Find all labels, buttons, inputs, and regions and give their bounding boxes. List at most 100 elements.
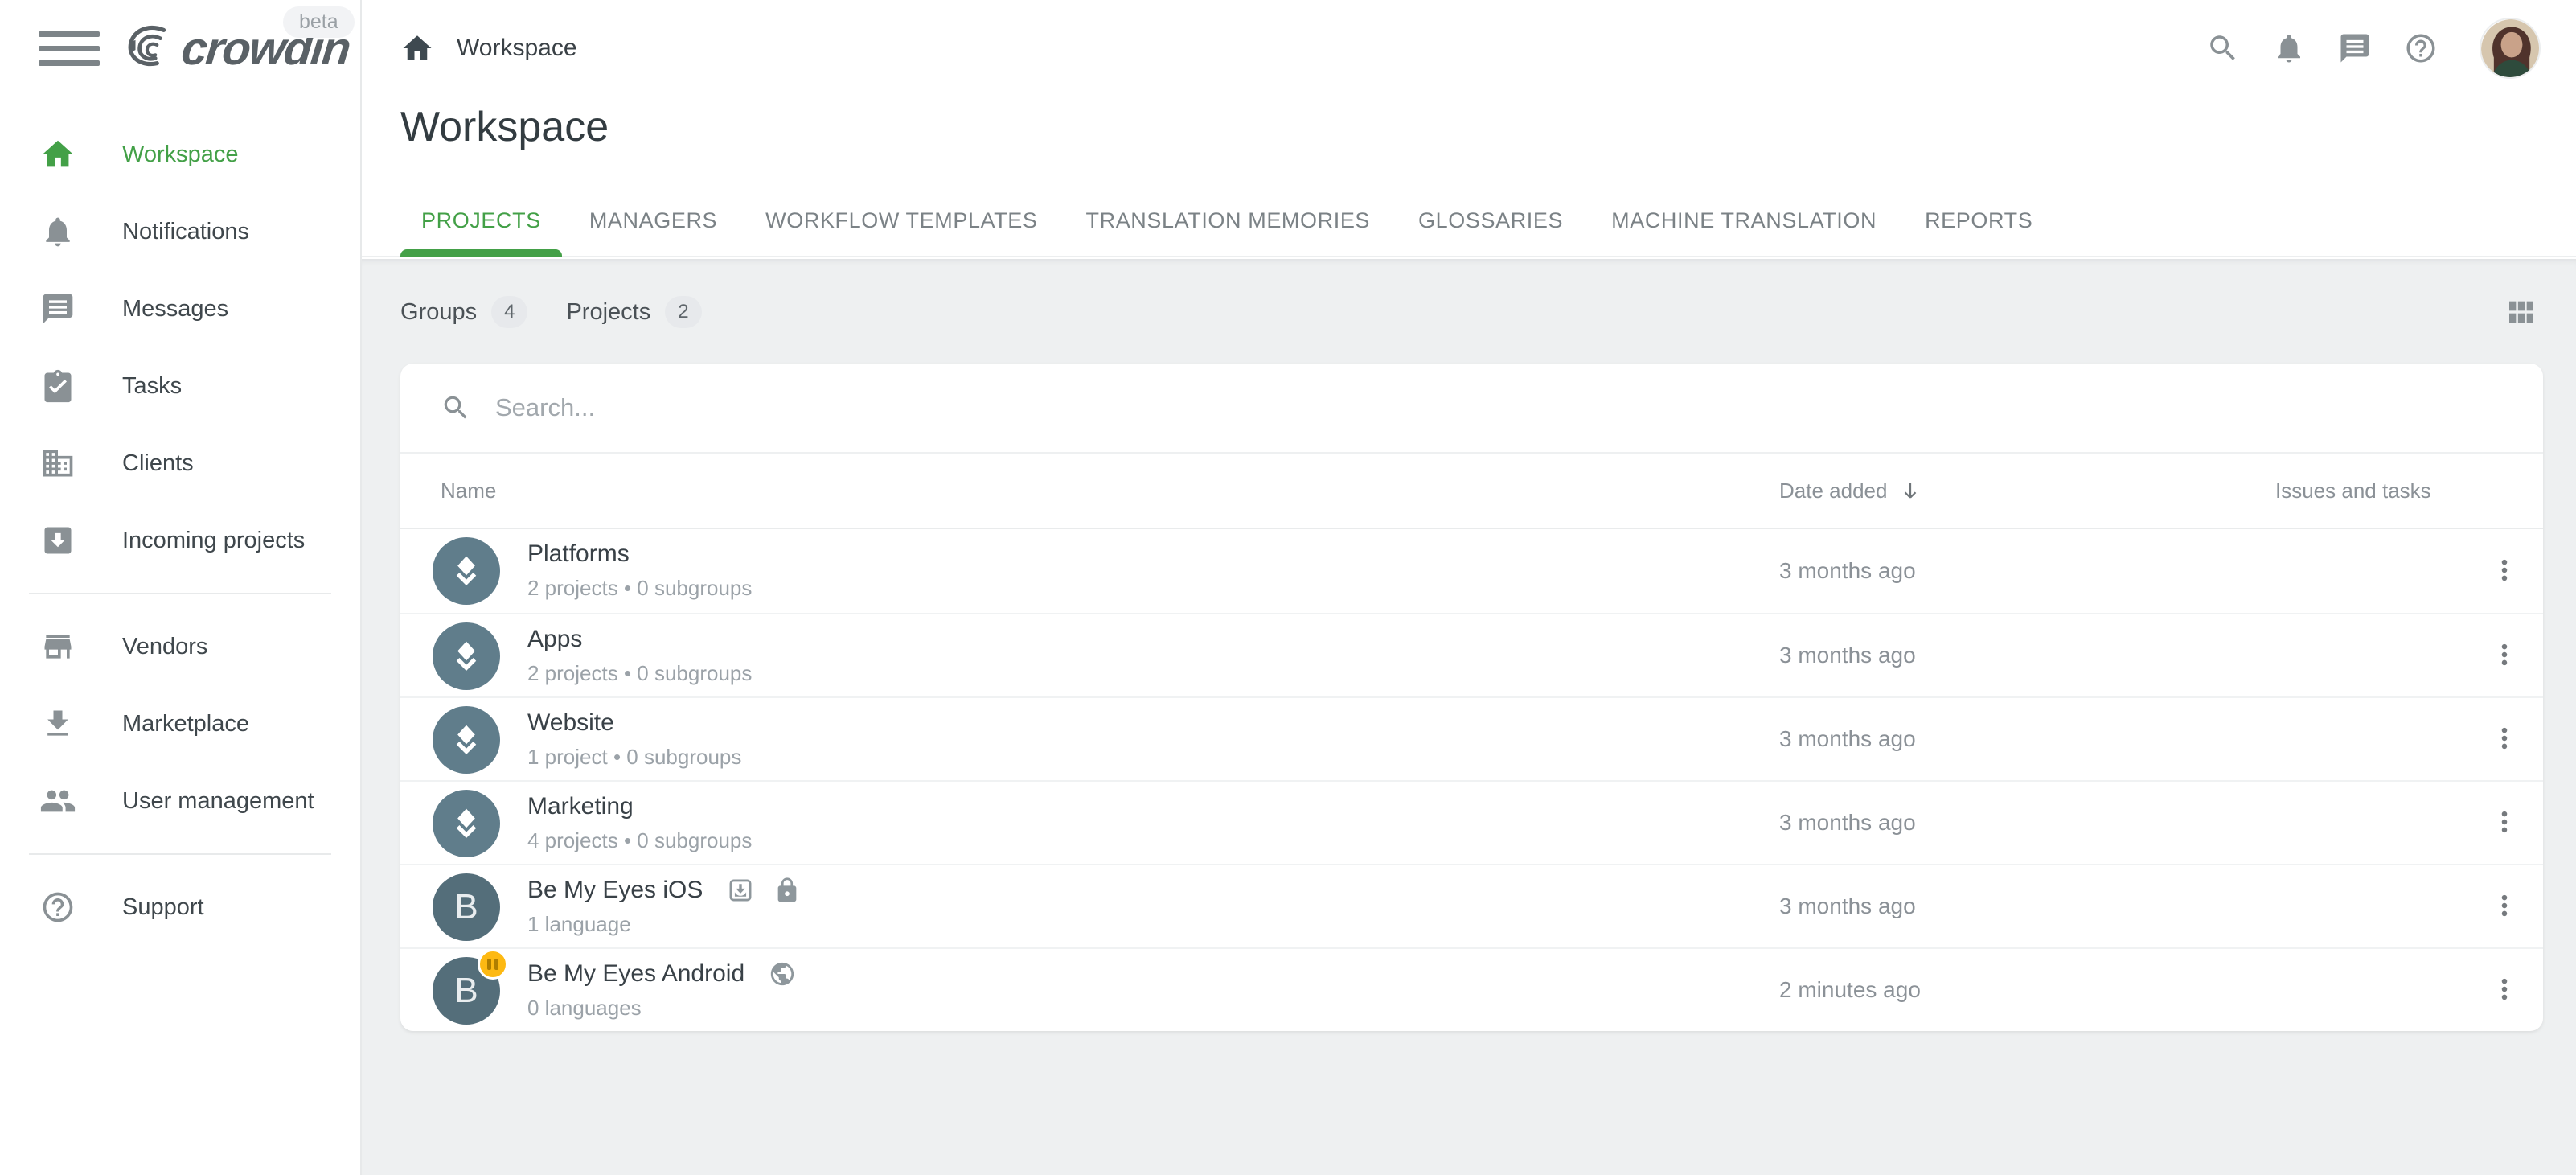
page-title: Workspace <box>400 103 609 151</box>
row-main: Marketing 4 projects • 0 subgroups <box>527 793 752 853</box>
group-avatar <box>433 706 500 774</box>
column-header-name: Name <box>441 454 496 528</box>
row-date-added: 3 months ago <box>1779 529 1916 613</box>
search-button[interactable] <box>2205 30 2242 67</box>
chat-button[interactable] <box>2336 30 2373 67</box>
topbar-actions <box>2205 18 2576 79</box>
row-date-added: 3 months ago <box>1779 698 1916 780</box>
sidebar-item-user-management[interactable]: User management <box>0 762 360 840</box>
user-avatar[interactable] <box>2480 18 2541 79</box>
breadcrumb-label: Workspace <box>457 35 577 62</box>
project-avatar-letter: B <box>454 971 478 1011</box>
row-title[interactable]: Platforms <box>527 540 630 568</box>
table-row[interactable]: B Be My Eyes iOS 1 language 3 months ago <box>400 864 2543 947</box>
row-menu-button[interactable] <box>2485 966 2524 1014</box>
group-layers-icon <box>445 803 487 844</box>
row-title[interactable]: Apps <box>527 626 582 653</box>
sort-desc-icon <box>1898 479 1922 503</box>
tab-projects[interactable]: PROJECTS <box>400 208 562 257</box>
marketplace-icon <box>39 705 77 743</box>
tab-managers[interactable]: MANAGERS <box>568 208 738 257</box>
table-row[interactable]: Website 1 project • 0 subgroups 3 months a… <box>400 696 2543 780</box>
row-menu-button[interactable] <box>2485 715 2524 763</box>
row-title[interactable]: Marketing <box>527 793 634 820</box>
sidebar-item-support[interactable]: Support <box>0 869 360 946</box>
kebab-icon <box>2491 557 2518 584</box>
sidebar-item-incoming-projects[interactable]: Incoming projects <box>0 502 360 579</box>
project-avatar: B <box>433 873 500 941</box>
help-button[interactable] <box>2402 30 2439 67</box>
row-subtitle: 4 projects • 0 subgroups <box>527 828 752 853</box>
filter-projects-count: 2 <box>665 296 701 328</box>
grid-view-icon[interactable] <box>2504 296 2539 328</box>
sidebar-item-label: Workspace <box>122 142 239 168</box>
kebab-icon <box>2491 725 2518 752</box>
sidebar-item-workspace[interactable]: Workspace <box>0 116 360 193</box>
row-inline-icons <box>727 877 801 904</box>
row-date-added: 3 months ago <box>1779 614 1916 696</box>
search-input[interactable] <box>495 393 1621 422</box>
sidebar-item-vendors[interactable]: Vendors <box>0 608 360 685</box>
row-subtitle: 1 project • 0 subgroups <box>527 745 741 770</box>
row-menu-button[interactable] <box>2485 799 2524 847</box>
file-download-icon <box>727 877 754 904</box>
tab-workflow-templates[interactable]: WORKFLOW TEMPLATES <box>744 208 1058 257</box>
row-date-added: 3 months ago <box>1779 865 1916 947</box>
vendors-icon <box>39 627 77 666</box>
users-icon <box>39 782 77 820</box>
row-date-added: 3 months ago <box>1779 782 1916 864</box>
bell-button[interactable] <box>2270 30 2307 67</box>
group-layers-icon <box>445 550 487 592</box>
content-area: Groups 4 Projects 2 Name Date added <box>362 259 2576 1175</box>
sidebar-item-label: Vendors <box>122 634 207 660</box>
group-layers-icon <box>445 719 487 761</box>
row-title[interactable]: Website <box>527 709 614 737</box>
sidebar-item-notifications[interactable]: Notifications <box>0 193 360 270</box>
sidebar-item-messages[interactable]: Messages <box>0 270 360 347</box>
filter-projects[interactable]: Projects 2 <box>566 296 701 328</box>
search-bar <box>400 364 2543 454</box>
row-menu-button[interactable] <box>2485 631 2524 680</box>
globe-icon <box>769 960 796 988</box>
tab-reports[interactable]: REPORTS <box>1904 208 2053 257</box>
chat-icon <box>39 290 77 328</box>
tasks-icon <box>39 367 77 405</box>
table-row[interactable]: Platforms 2 projects • 0 subgroups 3 month… <box>400 529 2543 613</box>
table-row[interactable]: Marketing 4 projects • 0 subgroups 3 month… <box>400 780 2543 864</box>
topbar: Workspace <box>362 0 2576 97</box>
filter-groups[interactable]: Groups 4 <box>400 296 527 328</box>
group-layers-icon <box>445 635 487 677</box>
lock-icon <box>773 877 801 904</box>
paused-badge-icon <box>478 949 508 980</box>
column-header-date-added[interactable]: Date added <box>1779 454 1922 528</box>
table-row[interactable]: Apps2 projects • 0 subgroups3 months ago <box>400 613 2543 696</box>
row-menu-button[interactable] <box>2485 882 2524 931</box>
row-title[interactable]: Be My Eyes iOS <box>527 877 703 904</box>
filters-bar: Groups 4 Projects 2 <box>362 259 2576 328</box>
sidebar-item-label: Clients <box>122 450 194 477</box>
row-title[interactable]: Be My Eyes Android <box>527 960 744 988</box>
chat-icon <box>2338 31 2372 65</box>
table-row[interactable]: BBe My Eyes Android0 languages2 minutes … <box>400 947 2543 1031</box>
row-inline-icons <box>769 960 796 988</box>
project-avatar: B <box>433 957 500 1025</box>
sidebar-item-marketplace[interactable]: Marketplace <box>0 685 360 762</box>
breadcrumb[interactable]: Workspace <box>400 31 577 65</box>
sidebar-item-clients[interactable]: Clients <box>0 425 360 502</box>
sidebar-divider <box>29 853 331 855</box>
row-subtitle: 1 language <box>527 912 801 937</box>
row-subtitle: 0 languages <box>527 996 796 1021</box>
kebab-icon <box>2491 976 2518 1003</box>
sidebar-item-tasks[interactable]: Tasks <box>0 347 360 425</box>
tab-glossaries[interactable]: GLOSSARIES <box>1397 208 1584 257</box>
row-main: Be My Eyes Android 0 languages <box>527 960 796 1021</box>
row-menu-button[interactable] <box>2485 547 2524 595</box>
table-header: Name Date added Issues and tasks <box>400 454 2543 529</box>
menu-icon[interactable] <box>39 26 100 71</box>
tab-translation-memories[interactable]: TRANSLATION MEMORIES <box>1065 208 1392 257</box>
sidebar-item-label: Notifications <box>122 219 249 245</box>
row-subtitle: 2 projects • 0 subgroups <box>527 576 752 601</box>
tab-machine-translation[interactable]: MACHINE TRANSLATION <box>1590 208 1897 257</box>
table-body: Platforms 2 projects • 0 subgroups 3 month… <box>400 529 2543 1031</box>
search-icon <box>2206 31 2240 65</box>
